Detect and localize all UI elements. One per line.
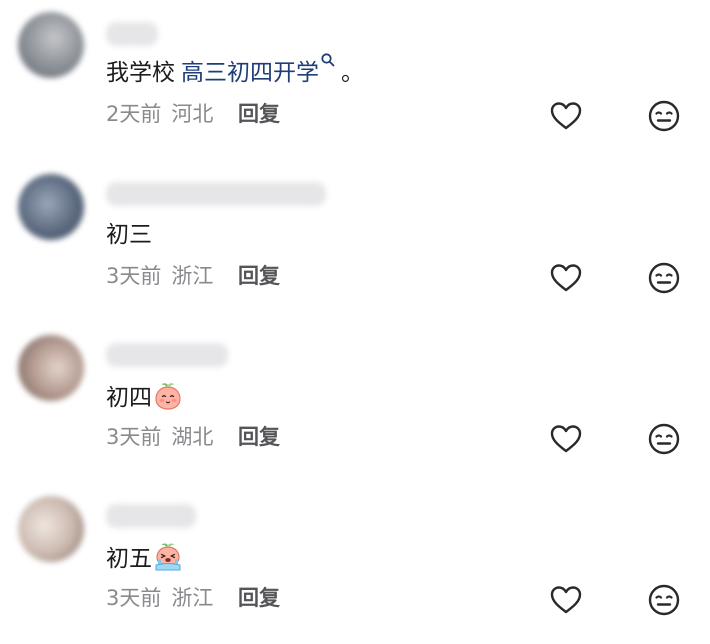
comment-text-prefix: 初四 (106, 385, 152, 411)
comment-text: 我学校 高三初四开学。 (106, 53, 364, 88)
comment-item: 我学校 高三初四开学。 2天前 河北 回复 (0, 0, 710, 160)
dislike-button[interactable] (646, 260, 682, 296)
reply-button[interactable]: 回复 (238, 584, 280, 612)
comment-location: 浙江 (171, 586, 214, 610)
dislike-button[interactable] (646, 98, 682, 134)
comment-text-prefix: 初三 (106, 222, 152, 248)
comment-item: 初四 3天前 湖北 回复 (0, 323, 710, 483)
avatar[interactable] (18, 174, 84, 240)
comment-text-prefix: 我学校 (106, 60, 175, 86)
like-button[interactable] (548, 421, 584, 457)
comment-location: 湖北 (171, 425, 214, 449)
comment-text: 初五 (106, 542, 183, 574)
heart-outline-icon (550, 586, 582, 614)
heart-outline-icon (550, 102, 582, 130)
comment-text: 初三 (106, 220, 152, 250)
avatar[interactable] (18, 335, 84, 401)
avatar[interactable] (18, 12, 84, 78)
dislike-button[interactable] (646, 421, 682, 457)
comment-text-prefix: 初五 (106, 546, 152, 572)
topic-link[interactable]: 高三初四开学 (181, 53, 335, 86)
comment-location: 河北 (171, 102, 214, 126)
comment-time: 3天前 (106, 425, 162, 449)
username-blurred[interactable] (106, 182, 326, 206)
heart-outline-icon (550, 425, 582, 453)
like-button[interactable] (548, 260, 584, 296)
crying-peach-emoji-icon (155, 543, 181, 571)
reply-button[interactable]: 回复 (238, 100, 280, 128)
comment-location: 浙江 (171, 264, 214, 288)
comment-text-suffix: 。 (341, 60, 364, 86)
heart-outline-icon (550, 264, 582, 292)
avatar[interactable] (18, 496, 84, 562)
shy-peach-emoji-icon (155, 383, 181, 410)
comment-meta: 3天前 浙江 (106, 584, 213, 612)
neutral-face-icon (648, 262, 680, 294)
comment-text: 初四 (106, 381, 183, 413)
neutral-face-icon (648, 100, 680, 132)
topic-link-label: 高三初四开学 (181, 60, 319, 86)
username-blurred[interactable] (106, 22, 158, 46)
comment-meta: 2天前 河北 (106, 100, 213, 128)
comment-meta: 3天前 浙江 (106, 262, 213, 290)
comment-time: 3天前 (106, 264, 162, 288)
dislike-button[interactable] (646, 582, 682, 618)
like-button[interactable] (548, 98, 584, 134)
search-icon (321, 53, 335, 67)
username-blurred[interactable] (106, 504, 196, 528)
comment-item: 初三 3天前 浙江 回复 (0, 162, 710, 322)
reply-button[interactable]: 回复 (238, 262, 280, 290)
neutral-face-icon (648, 423, 680, 455)
like-button[interactable] (548, 582, 584, 618)
comment-meta: 3天前 湖北 (106, 423, 213, 451)
username-blurred[interactable] (106, 343, 228, 367)
reply-button[interactable]: 回复 (238, 423, 280, 451)
neutral-face-icon (648, 584, 680, 616)
comment-item: 初五 3天前 浙江 回复 (0, 484, 710, 644)
comment-time: 2天前 (106, 102, 162, 126)
comment-time: 3天前 (106, 586, 162, 610)
